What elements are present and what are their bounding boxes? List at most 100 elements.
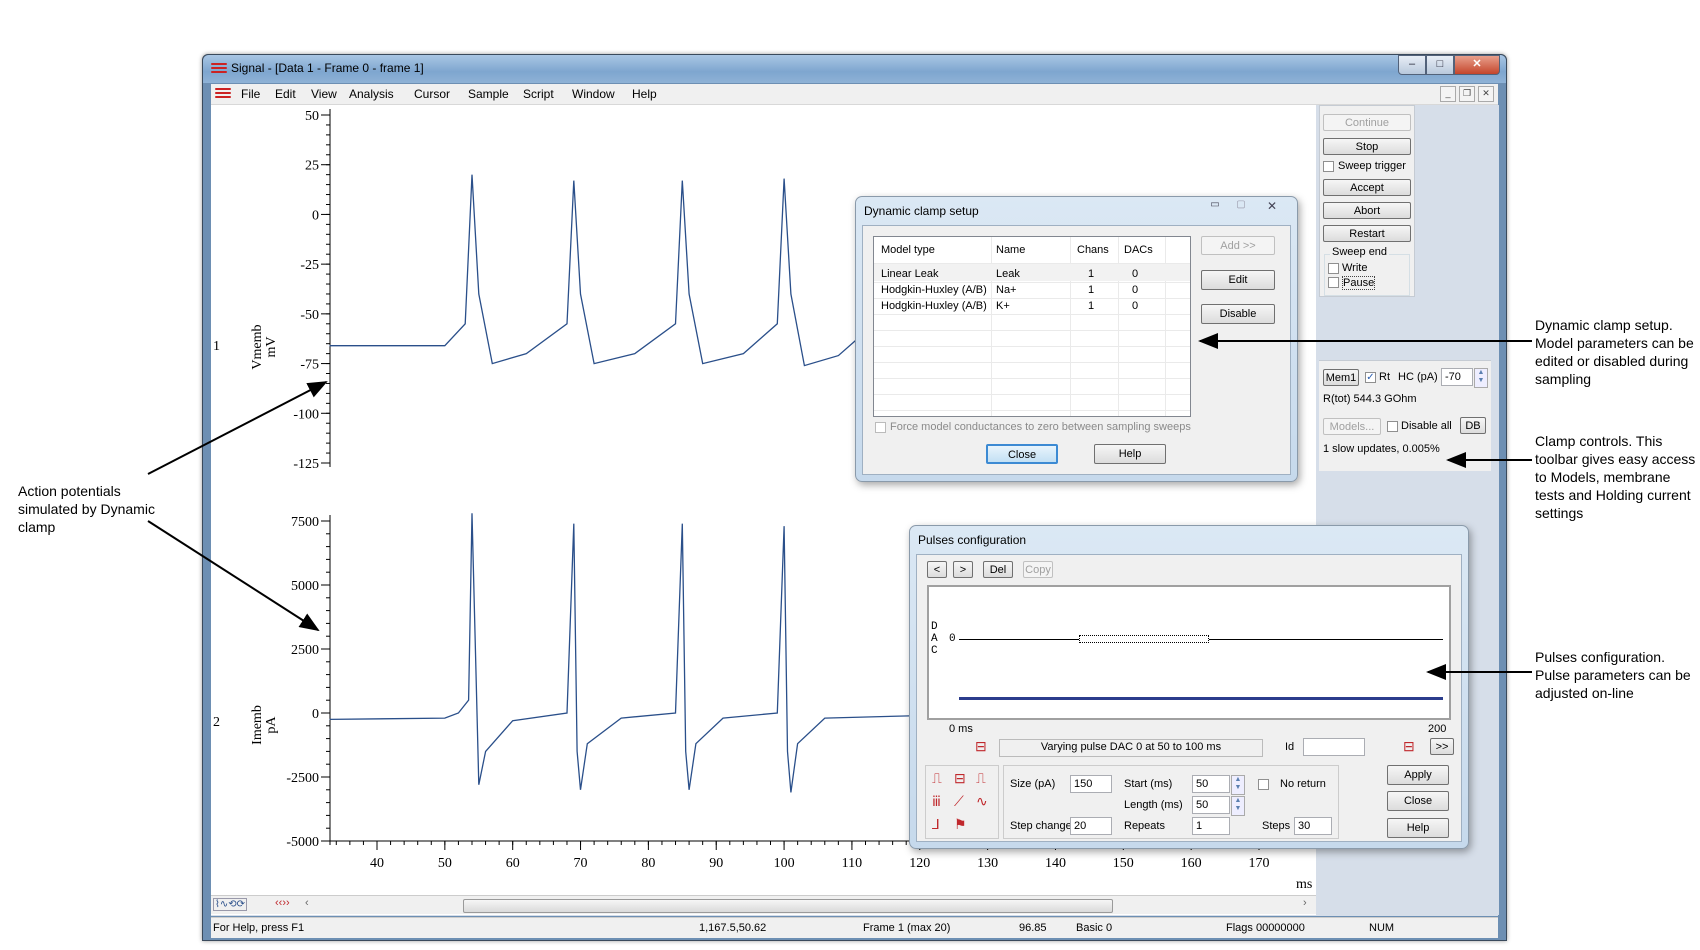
close-button[interactable]: ✕ [1454, 55, 1500, 75]
minimize-button[interactable]: – [1398, 55, 1426, 75]
menu-file[interactable]: File [241, 87, 260, 101]
step-change-label: Step change [1010, 820, 1072, 832]
scroll-left-icon[interactable]: ‹ [305, 897, 309, 909]
dialog-help-button[interactable]: Help [1094, 444, 1166, 464]
add-model-button[interactable]: Add >> [1201, 236, 1275, 255]
model-row-dacs[interactable]: 0 [1132, 300, 1138, 312]
no-return-checkbox[interactable] [1258, 779, 1269, 790]
rt-checkbox[interactable]: ✓ [1365, 372, 1376, 383]
start-input[interactable]: 50 [1192, 775, 1230, 793]
next-pulse-button[interactable]: > [953, 561, 973, 578]
write-checkbox[interactable] [1328, 263, 1339, 274]
accept-button[interactable]: Accept [1323, 179, 1411, 196]
pulse-train-icon[interactable]: ⅲ [932, 793, 941, 810]
menu-script[interactable]: Script [523, 87, 554, 101]
maximize-button[interactable]: □ [1426, 55, 1454, 75]
copy-pulse-button[interactable]: Copy [1023, 561, 1053, 578]
dialog-close-button[interactable]: Close [986, 444, 1058, 464]
x-tick-label: 140 [1045, 856, 1066, 871]
pulses-close-button[interactable]: Close [1387, 791, 1449, 811]
model-row-name[interactable]: Na+ [996, 284, 1017, 296]
mem1-button[interactable]: Mem1 [1323, 369, 1359, 386]
col-name[interactable]: Name [996, 244, 1025, 256]
start-spinner[interactable]: ▲ ▼ [1231, 775, 1245, 795]
pulse-graph[interactable]: D A C 0 [927, 585, 1451, 720]
hc-spinner[interactable]: ▲ ▼ [1474, 368, 1488, 388]
dialog-minimize-icon[interactable]: ▭ [1203, 199, 1227, 215]
no-return-label: No return [1280, 778, 1326, 790]
size-input[interactable]: 150 [1070, 775, 1112, 793]
pulses-help-button[interactable]: Help [1387, 818, 1449, 838]
stop-button[interactable]: Stop [1323, 138, 1411, 155]
marker-icon[interactable]: ⚑ [954, 816, 967, 833]
ramp-icon[interactable]: ⟋ [954, 793, 964, 810]
dialog-maximize-icon[interactable]: ▢ [1229, 199, 1253, 215]
length-input[interactable]: 50 [1192, 796, 1230, 814]
col-chans[interactable]: Chans [1077, 244, 1109, 256]
square-pulse-icon[interactable]: ⎍ [932, 770, 942, 787]
note-action-potentials: Action potentials simulated by Dynamic c… [18, 483, 155, 535]
scroll-fast-icon[interactable]: ‹‹›› [275, 897, 290, 909]
step-change-input[interactable]: 20 [1070, 817, 1112, 835]
pulse-id-input[interactable] [1303, 738, 1365, 756]
model-row-type[interactable]: Linear Leak [881, 268, 939, 280]
restart-button[interactable]: Restart [1323, 225, 1411, 242]
length-spinner[interactable]: ▲ ▼ [1231, 796, 1245, 816]
mdi-restore-button[interactable]: ❐ [1459, 86, 1475, 102]
varying-pulse-palette-icon[interactable]: ⊟ [954, 770, 966, 787]
db-button[interactable]: DB [1460, 417, 1486, 434]
menu-help[interactable]: Help [632, 87, 657, 101]
channel-1-title: Vmemb [250, 324, 265, 370]
force-zero-checkbox[interactable] [875, 422, 886, 433]
title-bar: Signal - [Data 1 - Frame 0 - frame 1] – … [203, 55, 1506, 83]
model-row-name[interactable]: K+ [996, 300, 1010, 312]
models-button[interactable]: Models... [1323, 418, 1381, 435]
menu-analysis[interactable]: Analysis [349, 87, 394, 101]
pulse-shape[interactable] [1079, 635, 1209, 643]
abort-button[interactable]: Abort [1323, 202, 1411, 219]
app-logo-icon [211, 61, 227, 75]
disable-model-button[interactable]: Disable [1201, 304, 1275, 324]
menu-edit[interactable]: Edit [275, 87, 296, 101]
prev-pulse-button[interactable]: < [927, 561, 947, 578]
y-tick-label: 25 [305, 159, 319, 174]
sine-icon[interactable]: ∿ [976, 793, 988, 810]
edit-model-button[interactable]: Edit [1201, 270, 1275, 290]
disable-all-checkbox[interactable] [1387, 421, 1398, 432]
model-row-type[interactable]: Hodgkin-Huxley (A/B) [881, 284, 987, 296]
mdi-close-button[interactable]: ✕ [1478, 86, 1494, 102]
col-model-type[interactable]: Model type [881, 244, 935, 256]
sweep-trigger-checkbox[interactable] [1323, 161, 1334, 172]
repeats-input[interactable]: 1 [1192, 817, 1230, 835]
dialog-close-icon[interactable]: ✕ [1255, 199, 1289, 215]
apply-button[interactable]: Apply [1387, 765, 1449, 785]
pause-checkbox[interactable] [1328, 277, 1339, 288]
menu-window[interactable]: Window [572, 87, 615, 101]
force-zero-label: Force model conductances to zero between… [890, 421, 1191, 433]
pulse-type-icon[interactable]: ⊟ [1403, 738, 1415, 755]
steps-input[interactable]: 30 [1294, 817, 1332, 835]
arbitrary-wave-icon[interactable]: ⅃ [932, 816, 940, 833]
model-row-chans[interactable]: 1 [1088, 300, 1094, 312]
menu-view[interactable]: View [311, 87, 337, 101]
model-row-dacs[interactable]: 0 [1132, 268, 1138, 280]
delete-pulse-button[interactable]: Del [983, 561, 1013, 578]
mdi-minimize-button[interactable]: _ [1440, 86, 1456, 102]
model-row-name[interactable]: Leak [996, 268, 1020, 280]
menu-sample[interactable]: Sample [468, 87, 509, 101]
model-row-chans[interactable]: 1 [1088, 268, 1094, 280]
more-button[interactable]: >> [1430, 738, 1454, 755]
trace-mode-icon[interactable]: ⌇∿⟲⟳ [213, 898, 248, 911]
menu-cursor[interactable]: Cursor [414, 87, 450, 101]
col-dacs[interactable]: DACs [1124, 244, 1153, 256]
horizontal-scrollbar-thumb[interactable] [463, 899, 1113, 913]
continue-button[interactable]: Continue [1323, 114, 1411, 131]
train-pulse-icon[interactable]: ⎍ [976, 770, 986, 787]
model-row-dacs[interactable]: 0 [1132, 284, 1138, 296]
scroll-right-icon[interactable]: › [1303, 897, 1307, 909]
holding-current-input[interactable]: -70 [1441, 368, 1473, 386]
model-row-type[interactable]: Hodgkin-Huxley (A/B) [881, 300, 987, 312]
note-pulses: Pulses configuration. Pulse parameters c… [1535, 649, 1691, 701]
y-tick-label: -125 [293, 457, 319, 472]
model-row-chans[interactable]: 1 [1088, 284, 1094, 296]
